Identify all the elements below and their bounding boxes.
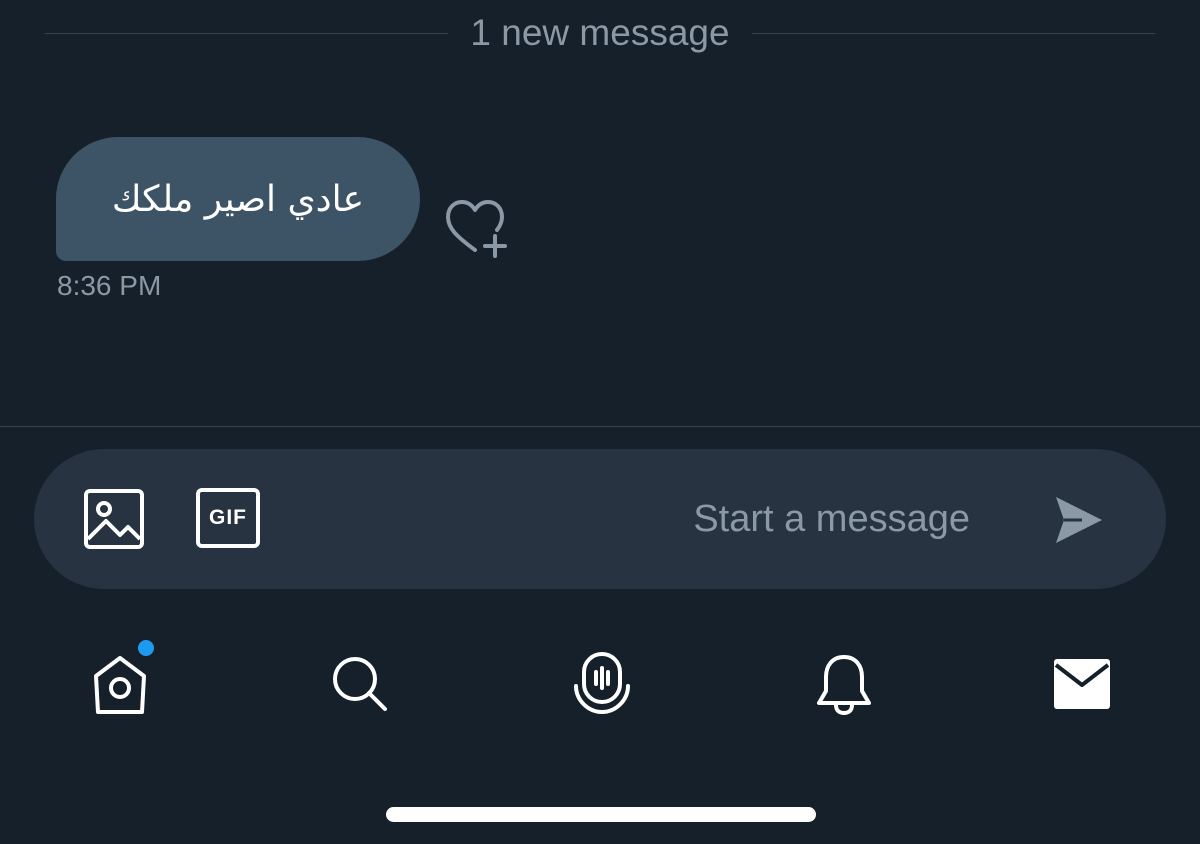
send-icon: [1056, 497, 1102, 543]
send-button[interactable]: [1052, 493, 1106, 547]
message-input[interactable]: [454, 489, 970, 549]
new-message-divider: 1 new message: [45, 10, 1155, 56]
bottom-tab-bar: [0, 620, 1200, 750]
add-media-button[interactable]: [84, 489, 144, 549]
composer-separator: [0, 426, 1200, 427]
tab-search[interactable]: [322, 646, 398, 722]
message-timestamp: 8:36 PM: [57, 270, 162, 301]
bell-icon: [817, 655, 871, 716]
spaces-icon: [574, 652, 630, 715]
home-badge-dot: [138, 640, 154, 656]
message-text: عادي اصير ملكك: [111, 178, 365, 220]
image-icon: [84, 489, 144, 549]
mail-icon: [1054, 659, 1110, 709]
tab-messages[interactable]: [1044, 646, 1120, 722]
divider-line-right: [751, 32, 1155, 34]
tab-home[interactable]: [82, 640, 158, 722]
gif-button[interactable]: GIF: [196, 488, 260, 548]
message-bubble[interactable]: عادي اصير ملكك: [56, 137, 420, 261]
new-message-label: 1 new message: [470, 12, 730, 53]
message-composer: GIF: [34, 449, 1166, 589]
divider-line-left: [45, 32, 449, 34]
tab-spaces[interactable]: [564, 646, 640, 722]
add-reaction-button[interactable]: [440, 195, 514, 261]
home-icon: [94, 656, 146, 714]
heart-plus-icon: [446, 200, 507, 258]
home-indicator: [386, 807, 816, 822]
dm-conversation-screen: 1 new message عادي اصير ملكك 8:36 PM GIF: [0, 0, 1200, 844]
tab-notifications[interactable]: [806, 646, 882, 722]
search-icon: [333, 657, 387, 711]
